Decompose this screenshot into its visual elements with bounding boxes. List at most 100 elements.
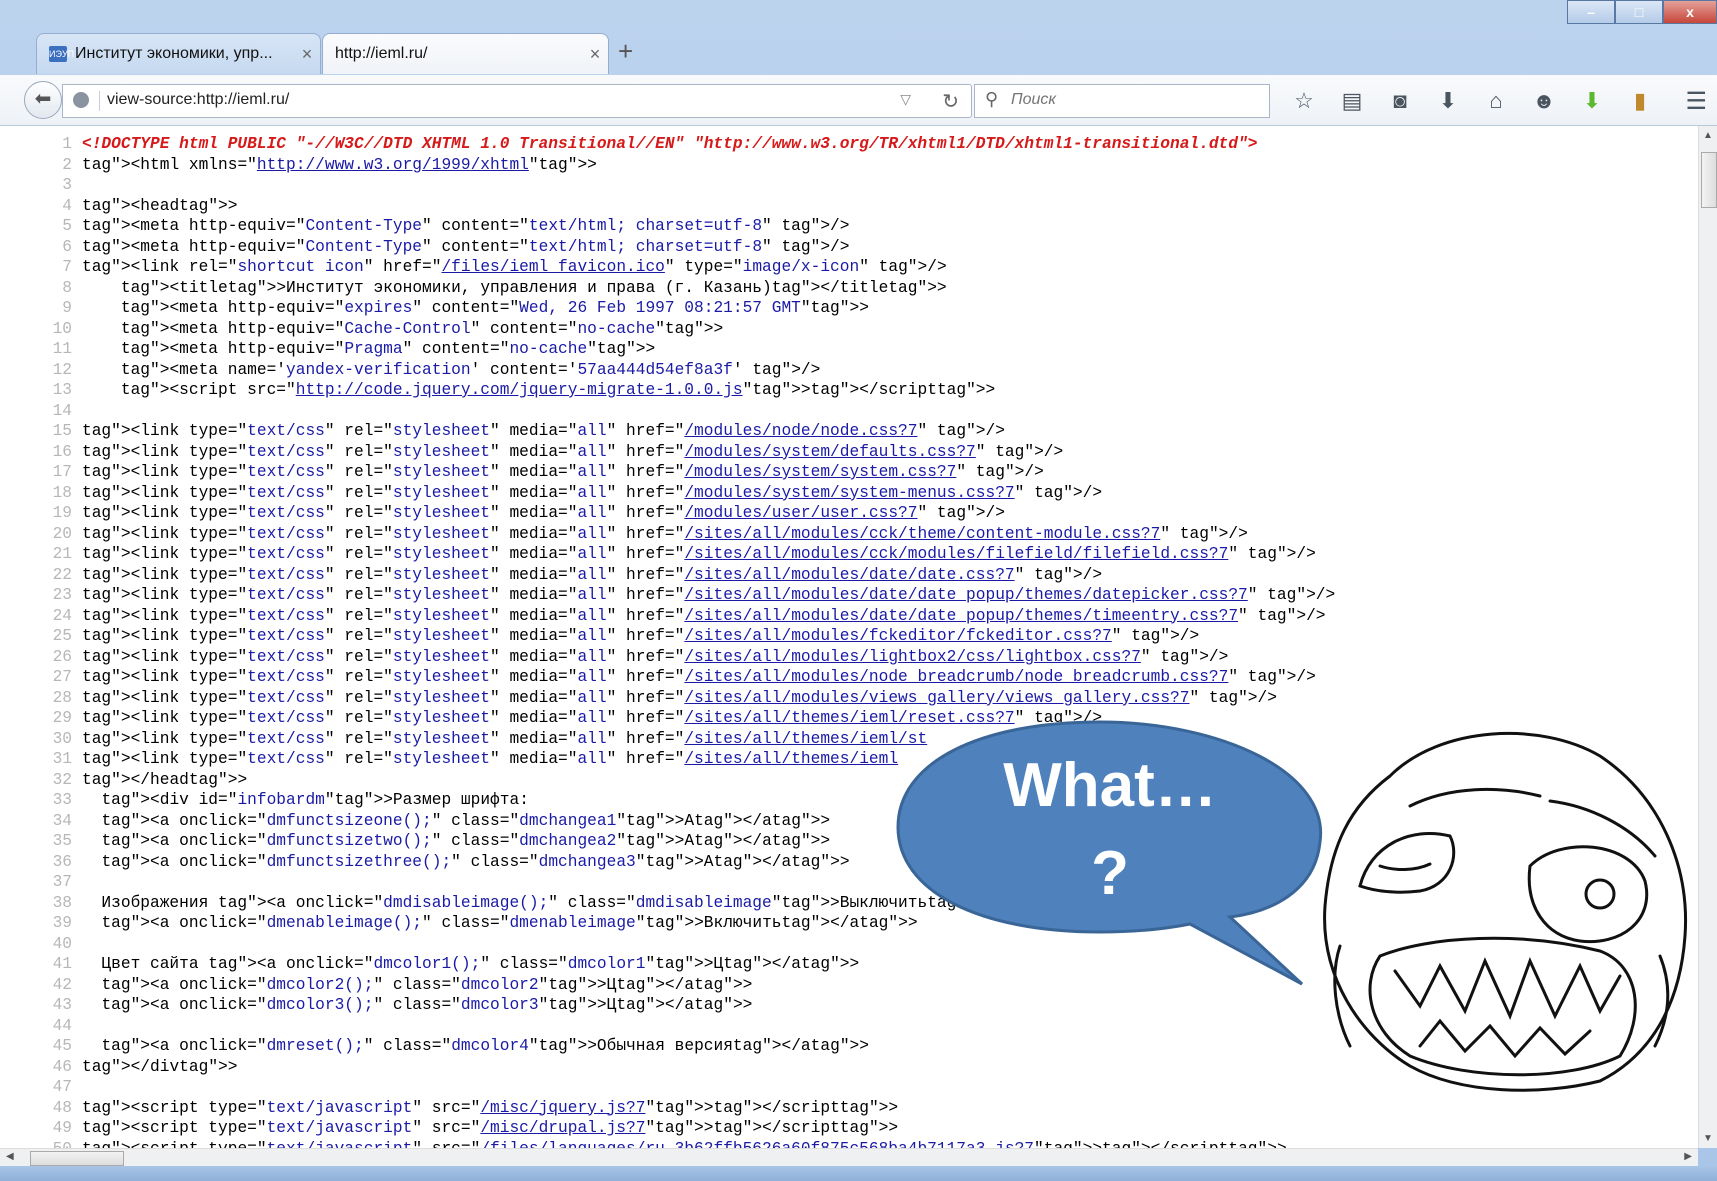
horizontal-scrollbar[interactable]: ◀ ▶ [0,1148,1698,1167]
line-number: 23 [52,586,72,604]
tab-view-source[interactable]: http://ieml.ru/ × [322,33,609,74]
line-number: 9 [62,299,72,317]
source-code: 1 <!DOCTYPE html PUBLIC "-//W3C//DTD XHTM… [0,134,1336,1149]
line-number: 45 [52,1037,72,1055]
source-line: 6 tag"><meta http-equiv="Content-Type" co… [0,237,1335,258]
download-icon[interactable]: ⬇ [1424,87,1472,115]
line-text: tag"><a onclick="dmreset();" class="dmco… [101,1037,869,1055]
line-text: tag"><a onclick="dmfunctsizeone();" clas… [101,811,831,830]
source-line: 15 tag"><link type="text/css" rel="styles… [0,421,1335,442]
line-number: 17 [52,463,72,481]
reader-icon[interactable]: ▮ [1616,87,1664,115]
line-text: tag"><a onclick="dmfunctsizethree();" cl… [101,852,850,871]
new-tab-button[interactable]: + [618,36,633,67]
source-line: 43 tag"><a onclick="dmcolor3();" class="… [0,995,1335,1016]
line-number: 50 [0,1139,82,1149]
divider [99,91,100,111]
line-number: 27 [52,668,72,686]
line-text: tag"><script type="text/javascript" src=… [82,1098,899,1117]
url-text[interactable]: view-source:http://ieml.ru/ [107,91,289,109]
source-line: 19 tag"><link type="text/css" rel="styles… [0,503,1335,524]
minimize-button[interactable]: – [1567,0,1615,24]
source-line: 12 tag"><meta name='yandex-verification'… [0,360,1335,381]
line-number: 44 [52,1016,72,1035]
search-box[interactable]: ⚲ [974,84,1270,118]
source-line: 28 tag"><link type="text/css" rel="styles… [0,688,1335,709]
tab-title: http://ieml.ru/ [335,45,428,62]
line-number: 10 [52,319,72,338]
source-line: 25 tag"><link type="text/css" rel="styles… [0,626,1335,647]
scroll-thumb[interactable] [30,1151,124,1166]
line-text: tag"><link type="text/css" rel="styleshe… [82,668,1316,686]
line-number: 39 [52,914,72,932]
line-number: 3 [62,176,72,194]
line-number: 46 [52,1057,72,1076]
line-text: tag"><link type="text/css" rel="styleshe… [82,463,1044,481]
tab-close-icon[interactable]: × [582,44,608,65]
line-text: tag"><link type="text/css" rel="styleshe… [82,565,1103,584]
history-dropdown-icon[interactable]: ▽ [900,91,911,108]
line-number: 32 [52,770,72,789]
line-text: tag"><link type="text/css" rel="styleshe… [82,688,1277,707]
source-line: 44 [0,1016,1335,1037]
line-number: 36 [52,852,72,871]
line-text: tag"><script type="text/javascript" src=… [82,1140,1287,1149]
line-number: 34 [52,811,72,830]
source-line: 16 tag"><link type="text/css" rel="styles… [0,442,1335,463]
line-text: tag"><meta http-equiv="Cache-Control" co… [120,319,724,338]
scroll-up-icon[interactable]: ▲ [1703,130,1713,141]
line-text: <!DOCTYPE html PUBLIC "-//W3C//DTD XHTML… [82,135,1258,153]
line-text: tag"></headtag">> [82,770,248,789]
back-arrow-icon[interactable]: ⬅ [24,81,62,119]
navigation-toolbar: ⬅ view-source:http://ieml.ru/ ▽ ↻ ⚲ ☆ ▤ … [0,75,1717,126]
chat-icon[interactable]: ☻ [1520,87,1568,115]
bubble-text: What… ? [930,742,1290,918]
source-line: 50tag"><script type="text/javascript" sr… [0,1139,1335,1149]
source-line: 20 tag"><link type="text/css" rel="styles… [0,524,1335,545]
source-line: 24 tag"><link type="text/css" rel="styles… [0,606,1335,627]
home-icon[interactable]: ⌂ [1472,87,1520,115]
line-text: tag"><link type="text/css" rel="styleshe… [82,483,1103,502]
bubble-line-2: ? [1091,839,1129,908]
reload-icon[interactable]: ↻ [942,89,959,114]
source-line: 45 tag"><a onclick="dmreset();" class="d… [0,1036,1335,1057]
line-text: tag"><a onclick="dmcolor3();" class="dmc… [101,996,753,1014]
tab-title: Институт экономики, упр... [75,45,273,62]
globe-icon[interactable] [73,92,89,108]
search-input[interactable] [1009,90,1253,110]
bubble-line-1: What… [1003,751,1217,820]
address-bar[interactable]: view-source:http://ieml.ru/ ▽ ↻ [62,84,972,118]
line-text: tag"><meta http-equiv="Content-Type" con… [82,237,850,256]
maximize-button[interactable]: □ [1615,0,1663,24]
pocket-icon[interactable]: ◙ [1376,87,1424,115]
source-line: 4 tag"><headtag">> [0,196,1335,217]
bookmark-star-icon[interactable]: ☆ [1280,87,1328,115]
line-number: 31 [52,750,72,768]
scroll-thumb[interactable] [1701,152,1717,208]
source-line: 9 tag"><meta http-equiv="expires" conten… [0,298,1335,319]
tab-close-icon[interactable]: × [294,44,320,65]
line-text: tag"><a onclick="dmcolor2();" class="dmc… [101,975,753,994]
scroll-right-icon[interactable]: ▶ [1684,1151,1692,1162]
window-controls: – □ x [1567,0,1717,24]
line-text: tag"><a onclick="dmenableimage();" class… [101,914,918,932]
source-line: 5 tag"><meta http-equiv="Content-Type" co… [0,216,1335,237]
close-window-button[interactable]: x [1663,0,1717,24]
line-text: tag"><link type="text/css" rel="styleshe… [82,504,1005,522]
source-line: 14 [0,401,1335,422]
line-number: 21 [52,545,72,563]
line-number: 11 [52,340,72,358]
menu-hamburger-icon[interactable]: ☰ [1685,87,1707,116]
tab-ieml-institute[interactable]: ИЭУП Институт экономики, упр... × [36,33,321,74]
line-text: tag"><link rel="shortcut icon" href="/fi… [82,258,947,276]
source-line: 18 tag"><link type="text/css" rel="styles… [0,483,1335,504]
line-number: 43 [52,996,72,1014]
line-text: tag"><meta name='yandex-verification' co… [120,360,821,379]
bookmarks-list-icon[interactable]: ▤ [1328,87,1376,115]
scroll-left-icon[interactable]: ◀ [6,1151,14,1162]
source-line: 49 tag"><script type="text/javascript" sr… [0,1118,1335,1139]
vertical-scrollbar[interactable]: ▲ ▼ [1698,126,1717,1148]
download-helper-icon[interactable]: ⬇ [1568,87,1616,115]
line-number: 19 [52,504,72,522]
scroll-down-icon[interactable]: ▼ [1703,1133,1713,1144]
